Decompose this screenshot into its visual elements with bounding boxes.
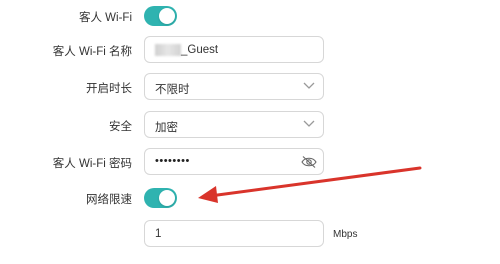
- password-label: 客人 Wi-Fi 密码: [52, 158, 132, 170]
- open-duration-select[interactable]: 不限时: [144, 73, 324, 100]
- chevron-down-icon: [303, 82, 315, 89]
- password-input[interactable]: ••••••••: [144, 148, 324, 175]
- guest-name-value: _Guest: [181, 44, 219, 56]
- speed-value: 1: [155, 228, 162, 240]
- open-duration-value: 不限时: [155, 84, 190, 96]
- rate-limit-toggle[interactable]: [144, 188, 177, 208]
- rate-limit-label: 网络限速: [86, 194, 132, 206]
- guest-wifi-label: 客人 Wi-Fi: [78, 12, 132, 24]
- security-label: 安全: [109, 121, 132, 133]
- redacted-blur: [155, 44, 181, 56]
- security-select[interactable]: 加密: [144, 111, 324, 138]
- security-value: 加密: [155, 122, 178, 134]
- open-duration-label: 开启时长: [86, 83, 132, 95]
- password-value: ••••••••: [155, 155, 190, 167]
- chevron-down-icon: [303, 120, 315, 127]
- eye-hidden-icon[interactable]: [301, 155, 317, 169]
- guest-name-label: 客人 Wi-Fi 名称: [52, 46, 132, 58]
- toggle-knob: [159, 8, 175, 24]
- toggle-knob: [159, 190, 175, 206]
- speed-unit-label: Mbps: [333, 229, 358, 240]
- guest-wifi-toggle[interactable]: [144, 6, 177, 26]
- guest-name-input[interactable]: _Guest: [144, 36, 324, 63]
- speed-input[interactable]: 1: [144, 220, 324, 247]
